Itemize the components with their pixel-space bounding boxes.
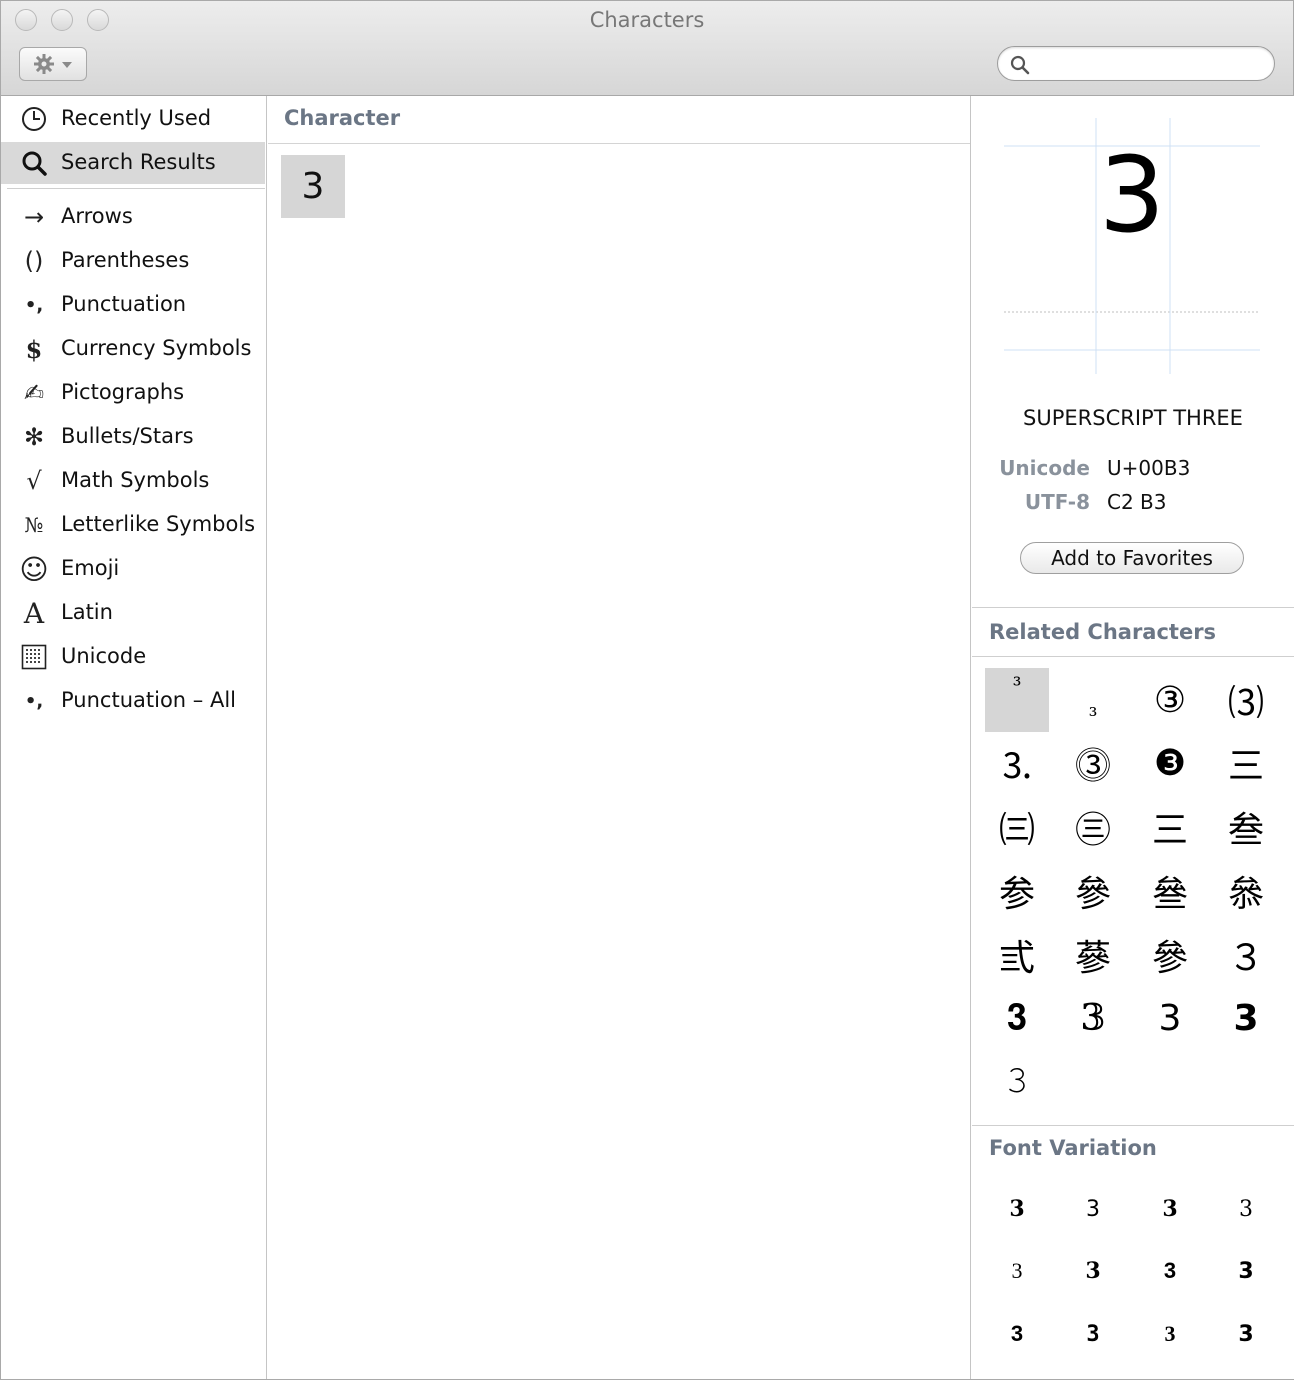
font-variation-header: Font Variation: [989, 1136, 1157, 1160]
sidebar-item-search-results[interactable]: Search Results: [1, 142, 265, 184]
sidebar-item-recently-used[interactable]: Recently Used: [1, 98, 265, 140]
utf8-value: C2 B3: [1107, 490, 1167, 514]
font-variation-character[interactable]: 3: [1138, 1239, 1202, 1303]
unicode-value: U+00B3: [1107, 456, 1191, 480]
character-name: SUPERSCRIPT THREE: [1023, 406, 1243, 430]
section-divider: [972, 607, 1294, 608]
punctuation-icon: •,: [24, 690, 44, 712]
font-variation-character[interactable]: 3: [1138, 1177, 1202, 1241]
search-field[interactable]: [997, 46, 1275, 81]
sidebar-item-punctuation-all[interactable]: •, Punctuation – All: [1, 680, 265, 722]
asterisk-icon: ✻: [23, 423, 45, 451]
unicode-label: Unicode: [999, 456, 1090, 480]
search-result-character[interactable]: 3: [281, 155, 345, 218]
grid-icon: [17, 642, 51, 672]
font-variation-character[interactable]: 3: [1061, 1302, 1125, 1366]
action-menu-button[interactable]: [19, 47, 87, 81]
square-root-icon: √: [26, 467, 42, 495]
inspector-pane: 3 SUPERSCRIPT THREE Unicode U+00B3 UTF-8…: [972, 96, 1294, 1379]
smiley-icon: ☺: [19, 552, 49, 586]
utf8-label: UTF-8: [1024, 490, 1090, 514]
related-character[interactable]: 𝟯: [1214, 986, 1278, 1050]
sidebar-item-letterlike-symbols[interactable]: № Letterlike Symbols: [1, 504, 265, 546]
font-variation-character[interactable]: 3: [1214, 1239, 1278, 1303]
related-character[interactable]: 𝟑: [985, 986, 1049, 1050]
add-to-favorites-button[interactable]: Add to Favorites: [1020, 542, 1244, 574]
related-character[interactable]: ⑶: [1214, 668, 1278, 732]
related-character[interactable]: ⓷: [1061, 731, 1125, 795]
related-character[interactable]: 弎: [985, 923, 1049, 987]
punctuation-icon: •,: [24, 294, 44, 316]
search-input[interactable]: [1036, 51, 1268, 78]
related-character[interactable]: ㈢: [985, 795, 1049, 859]
related-character[interactable]: ３: [1214, 923, 1278, 987]
related-character[interactable]: ㊂: [1061, 795, 1125, 859]
section-divider: [972, 1125, 1294, 1126]
related-character[interactable]: 叁: [1214, 795, 1278, 859]
large-glyph: 3: [1098, 134, 1166, 256]
related-character[interactable]: ₃: [1061, 668, 1125, 732]
font-variation-character[interactable]: 3: [985, 1302, 1049, 1366]
writing-hand-icon: ✍: [23, 379, 45, 407]
sidebar-item-emoji[interactable]: ☺ Emoji: [1, 548, 265, 590]
font-variation-character[interactable]: 3: [1061, 1239, 1125, 1303]
related-character[interactable]: 三: [1138, 795, 1202, 859]
window-title: Characters: [589, 8, 705, 32]
parentheses-icon: (): [24, 247, 44, 275]
related-character[interactable]: 参: [985, 859, 1049, 923]
related-character[interactable]: 叄: [1138, 859, 1202, 923]
gear-icon: [34, 54, 72, 74]
toolbar: Characters: [1, 1, 1293, 96]
character-column-header[interactable]: Character: [284, 106, 400, 130]
section-divider: [972, 656, 1294, 657]
sidebar-item-punctuation[interactable]: •, Punctuation: [1, 284, 265, 326]
font-variation-character[interactable]: 3: [985, 1177, 1049, 1241]
magnifier-icon: [17, 148, 51, 178]
search-icon: [1010, 55, 1030, 75]
related-characters-header: Related Characters: [989, 620, 1217, 644]
related-character[interactable]: 蔘: [1061, 923, 1125, 987]
font-variation-character[interactable]: 3: [1214, 1302, 1278, 1366]
category-sidebar: Recently Used Search Results → Arrows ()…: [1, 96, 267, 1379]
related-character[interactable]: 𝟛: [1061, 986, 1125, 1050]
font-variation-character[interactable]: 3: [1061, 1177, 1125, 1241]
related-character[interactable]: 叅: [1214, 859, 1278, 923]
related-character[interactable]: 𝟹: [985, 1049, 1049, 1113]
header-divider: [268, 143, 970, 144]
related-character[interactable]: ³: [985, 668, 1049, 732]
glyph-preview: 3: [1004, 118, 1260, 374]
sidebar-item-latin[interactable]: A Latin: [1, 592, 265, 634]
font-variation-character[interactable]: 3: [1214, 1177, 1278, 1241]
related-character[interactable]: 𝟥: [1138, 986, 1202, 1050]
sidebar-divider: [7, 188, 265, 189]
related-character[interactable]: ❸: [1138, 731, 1202, 795]
sidebar-item-unicode[interactable]: Unicode: [1, 636, 265, 678]
characters-window: Characters Recently Used Search Results …: [0, 0, 1294, 1380]
sidebar-item-currency-symbols[interactable]: $ Currency Symbols: [1, 328, 265, 370]
font-variation-character[interactable]: 3: [985, 1239, 1049, 1303]
clock-icon: [17, 104, 51, 134]
related-character[interactable]: ③: [1138, 668, 1202, 732]
sidebar-item-arrows[interactable]: → Arrows: [1, 196, 265, 238]
related-character[interactable]: 參: [1138, 923, 1202, 987]
sidebar-item-parentheses[interactable]: () Parentheses: [1, 240, 265, 282]
related-character[interactable]: 參: [1061, 859, 1125, 923]
dollar-icon: $: [25, 334, 43, 364]
sidebar-item-pictographs[interactable]: ✍ Pictographs: [1, 372, 265, 414]
letter-a-icon: A: [23, 596, 45, 630]
sidebar-item-math-symbols[interactable]: √ Math Symbols: [1, 460, 265, 502]
related-character[interactable]: ⒊: [985, 731, 1049, 795]
sidebar-item-bullets-stars[interactable]: ✻ Bullets/Stars: [1, 416, 265, 458]
numero-icon: №: [24, 513, 44, 537]
related-character[interactable]: 三: [1214, 731, 1278, 795]
character-list-pane: Character 3: [268, 96, 971, 1379]
arrow-icon: →: [23, 203, 45, 231]
font-variation-character[interactable]: 3: [1138, 1302, 1202, 1366]
